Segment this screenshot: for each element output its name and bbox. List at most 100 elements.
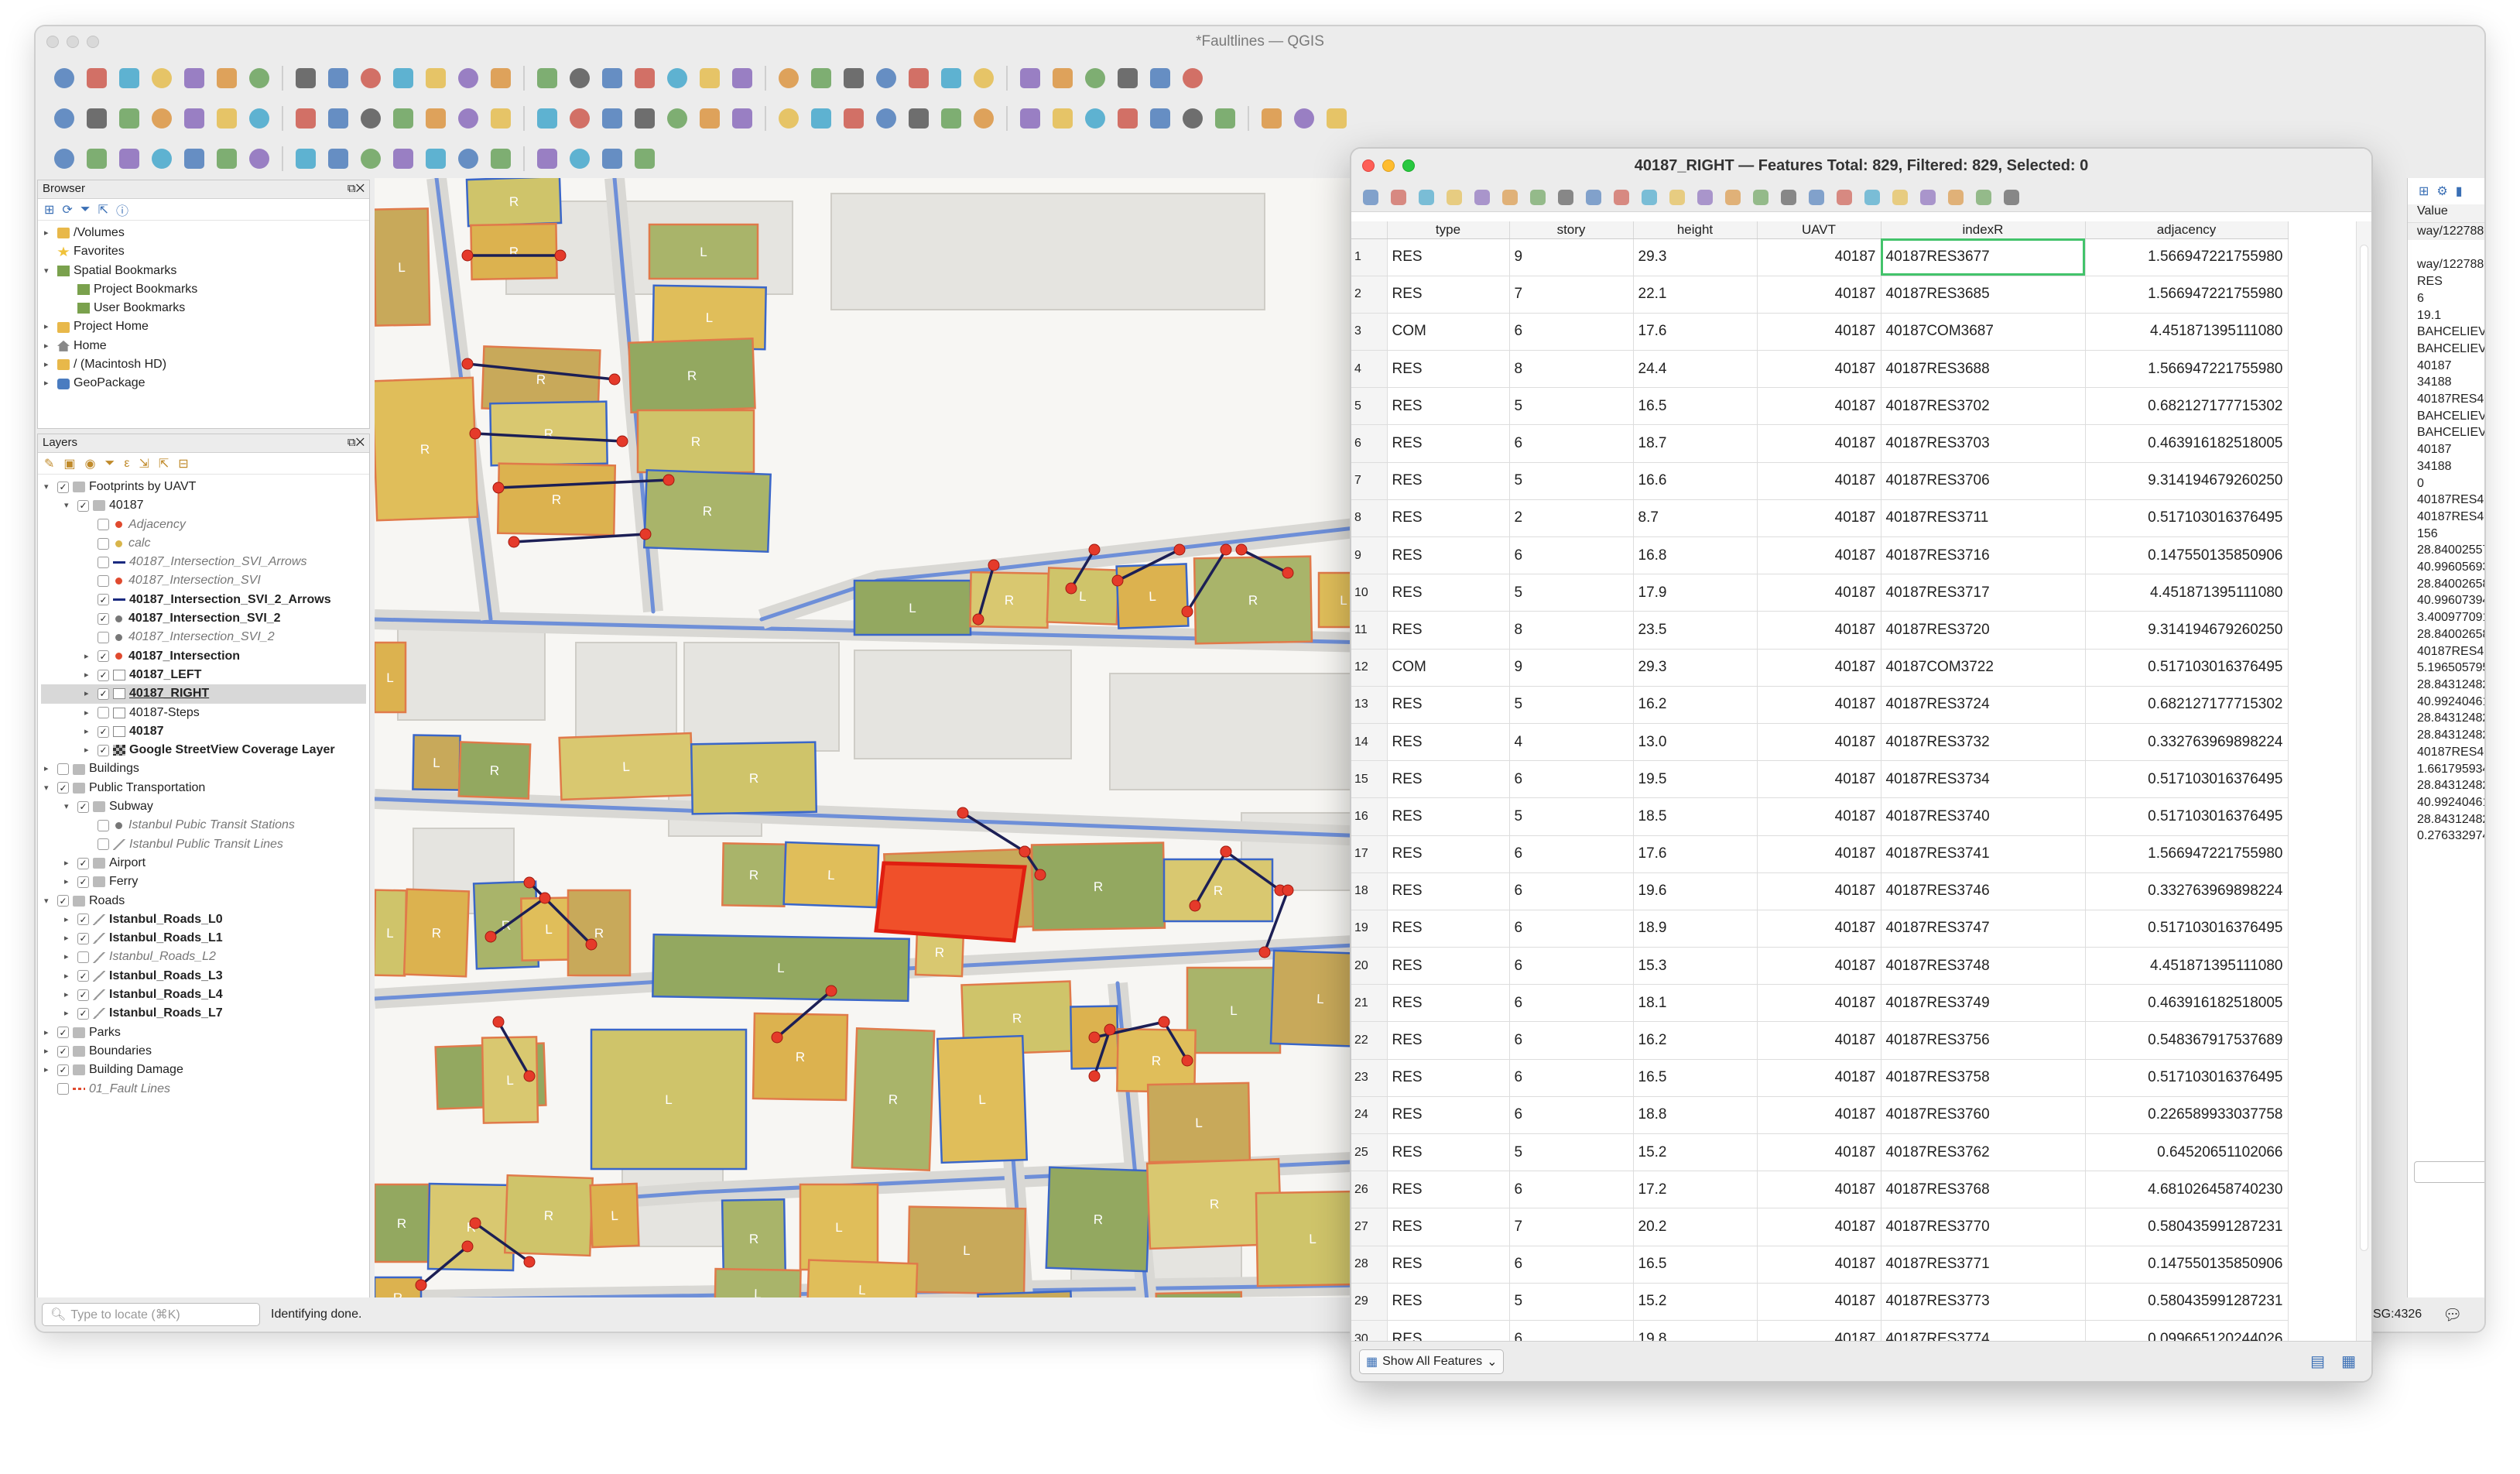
identify-icon[interactable]	[597, 63, 627, 93]
table-cell[interactable]: 40187	[1757, 611, 1881, 650]
visibility-icon[interactable]: ◉	[85, 456, 96, 471]
swap-icon[interactable]	[389, 144, 418, 173]
digitize-icon[interactable]	[50, 104, 79, 133]
row-number[interactable]: 5	[1351, 387, 1388, 426]
building[interactable]: R	[752, 1012, 849, 1102]
intersection-point[interactable]	[554, 249, 567, 262]
building[interactable]: L	[799, 1183, 879, 1271]
dock-icon[interactable]	[1916, 186, 1940, 209]
building[interactable]: L	[1146, 1082, 1251, 1164]
window-controls[interactable]	[46, 36, 99, 48]
table-cell[interactable]: RES	[1387, 984, 1510, 1023]
visibility-checkbox[interactable]: ✓	[77, 989, 89, 1001]
table-cell[interactable]: 0.580435991287231	[2085, 1208, 2289, 1246]
zoom-out-icon[interactable]	[356, 63, 385, 93]
table-cell[interactable]: 6	[1509, 1171, 1634, 1209]
table-cell[interactable]: 0.517103016376495	[2085, 499, 2289, 538]
building-label[interactable]: R	[594, 926, 604, 941]
table-cell[interactable]: 16.5	[1633, 1059, 1758, 1097]
building-label[interactable]: L	[858, 1283, 866, 1297]
chevron-right-icon[interactable]: ▸	[64, 854, 74, 872]
building-label[interactable]: R	[1005, 593, 1015, 608]
layer-icon[interactable]	[147, 144, 176, 173]
table-cell[interactable]: 40187	[1757, 1283, 1881, 1321]
visibility-checkbox[interactable]: ✓	[98, 744, 109, 756]
info-icon[interactable]	[486, 144, 515, 173]
table-cell[interactable]: 40187	[1757, 649, 1881, 687]
table-cell[interactable]: 4.451871395111080	[2085, 313, 2289, 351]
row-number[interactable]: 2	[1351, 276, 1388, 314]
table-cell[interactable]: 18.5	[1633, 797, 1758, 836]
chevron-right-icon[interactable]: ▸	[64, 1004, 74, 1023]
browser-item[interactable]: ▸ /Volumes	[41, 224, 366, 242]
intersection-point[interactable]	[1104, 1023, 1116, 1036]
window-controls[interactable]	[1362, 159, 1415, 172]
table-cell[interactable]: 5	[1509, 462, 1634, 500]
building[interactable]: R	[643, 468, 772, 554]
conditional-icon[interactable]	[1888, 186, 1912, 209]
table-cell[interactable]: 40187RES3746	[1881, 872, 2086, 910]
new-field-icon[interactable]	[1805, 186, 1828, 209]
settings-icon[interactable]: ⚙	[2436, 183, 2447, 199]
building[interactable]: L	[1186, 966, 1282, 1054]
table-row[interactable]: 18 RES 6 19.6 40187 40187RES3746 0.33276396989…	[1351, 872, 2289, 910]
table-cell[interactable]: 8	[1509, 350, 1634, 389]
table-row[interactable]: 23 RES 6 16.5 40187 40187RES3758 0.51710301637…	[1351, 1059, 2289, 1097]
minimize-icon[interactable]	[67, 36, 79, 48]
row-number[interactable]: 1	[1351, 238, 1388, 276]
background-block[interactable]	[683, 642, 840, 752]
table-cell[interactable]: 40187RES3716	[1881, 536, 2086, 575]
building-label[interactable]: R	[1152, 1054, 1162, 1068]
browser-item[interactable]: ▸ Project Home	[41, 317, 366, 336]
layer-item[interactable]: calc	[41, 534, 366, 553]
table-cell[interactable]: 4.681026458740230	[2085, 1171, 2289, 1209]
building-label[interactable]: R	[1214, 883, 1223, 898]
table-cell[interactable]: 5	[1509, 1283, 1634, 1321]
visibility-checkbox[interactable]: ✓	[57, 895, 69, 907]
building[interactable]: R	[628, 337, 756, 414]
table-cell[interactable]: 40187RES3717	[1881, 574, 2086, 612]
layer-item[interactable]: Istanbul Public Transit Lines	[41, 835, 366, 854]
cut-icon[interactable]	[1498, 186, 1522, 209]
intersection-point[interactable]	[461, 358, 474, 370]
table-cell[interactable]: 17.6	[1633, 835, 1758, 873]
table-cell[interactable]: 40187	[1757, 872, 1881, 910]
building-label[interactable]: R	[1248, 593, 1258, 608]
table-cell[interactable]: 1.566947221755980	[2085, 276, 2289, 314]
building[interactable]: L	[853, 579, 972, 636]
table-cell[interactable]: 40187	[1757, 387, 1881, 426]
building-label[interactable]: R	[544, 427, 554, 441]
row-number[interactable]: 3	[1351, 313, 1388, 351]
collapse-icon[interactable]: ⇱	[159, 456, 169, 471]
invert-icon[interactable]	[1638, 186, 1661, 209]
background-block[interactable]	[854, 650, 1072, 759]
visibility-checkbox[interactable]: ✓	[98, 612, 109, 625]
table-cell[interactable]: 0.463916182518005	[2085, 984, 2289, 1023]
layer-item[interactable]: ▸ ✓ Building Damage	[41, 1061, 366, 1079]
visibility-checkbox[interactable]	[98, 707, 109, 719]
table-cell[interactable]: 6	[1509, 947, 1634, 986]
layer-item[interactable]: ▸ ✓ 40187_LEFT	[41, 666, 366, 684]
intersection-point[interactable]	[771, 1031, 783, 1044]
save-edits-icon[interactable]	[728, 104, 757, 133]
tool-icon[interactable]	[291, 144, 320, 173]
building-label[interactable]: R	[1094, 879, 1104, 894]
chevron-right-icon[interactable]: ▸	[44, 759, 53, 778]
building-label[interactable]: L	[433, 756, 440, 770]
visibility-checkbox[interactable]	[77, 951, 89, 964]
row-number[interactable]: 27	[1351, 1208, 1388, 1246]
building[interactable]: R	[721, 1198, 787, 1279]
table-cell[interactable]: RES	[1387, 574, 1510, 612]
gps-icon[interactable]	[630, 144, 659, 173]
style-icon[interactable]	[969, 63, 998, 93]
gps-icon[interactable]	[356, 144, 385, 173]
intersection-point[interactable]	[1282, 884, 1294, 896]
table-cell[interactable]: 40187COM3687	[1881, 313, 2086, 351]
building-label[interactable]: L	[665, 1092, 672, 1107]
chevron-right-icon[interactable]: ▸	[44, 337, 53, 355]
table-cell[interactable]: 6	[1509, 760, 1634, 799]
table-cell[interactable]: 40187	[1757, 536, 1881, 575]
row-number[interactable]: 21	[1351, 984, 1388, 1023]
browser-item[interactable]: User Bookmarks	[41, 299, 366, 317]
refresh-icon[interactable]	[532, 63, 562, 93]
